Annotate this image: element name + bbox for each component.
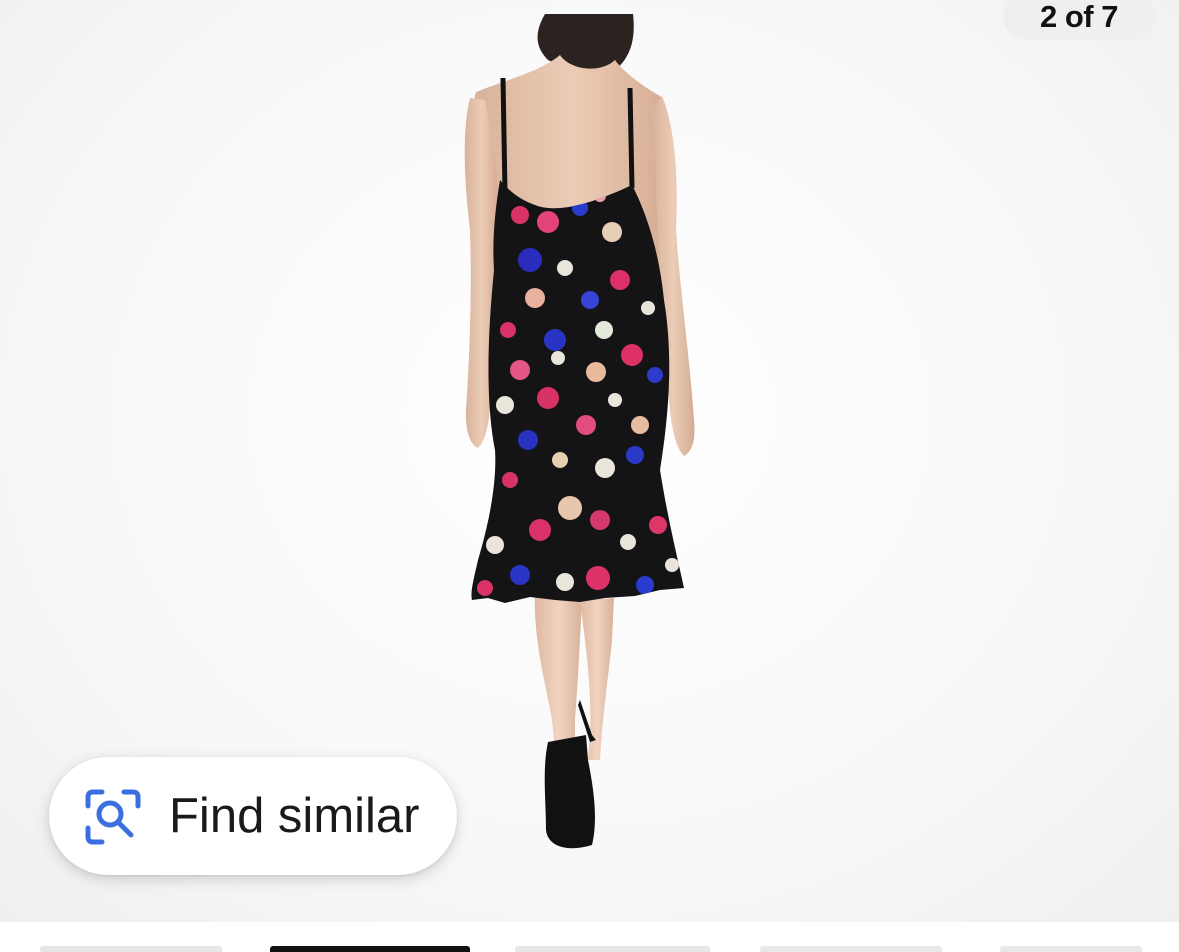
thumbnail-4[interactable] <box>760 946 942 952</box>
thumbnail-strip <box>0 922 1179 952</box>
thumbnail-3[interactable] <box>515 946 710 952</box>
find-similar-label: Find similar <box>169 789 420 843</box>
thumbnail-5[interactable] <box>1000 946 1142 952</box>
thumbnail-2[interactable] <box>270 946 470 952</box>
image-counter-text: 2 of 7 <box>1040 0 1118 34</box>
image-counter: 2 of 7 <box>1003 0 1155 40</box>
visual-search-icon <box>84 788 142 846</box>
thumbnail-1[interactable] <box>40 946 222 952</box>
find-similar-button[interactable]: Find similar <box>49 757 457 875</box>
